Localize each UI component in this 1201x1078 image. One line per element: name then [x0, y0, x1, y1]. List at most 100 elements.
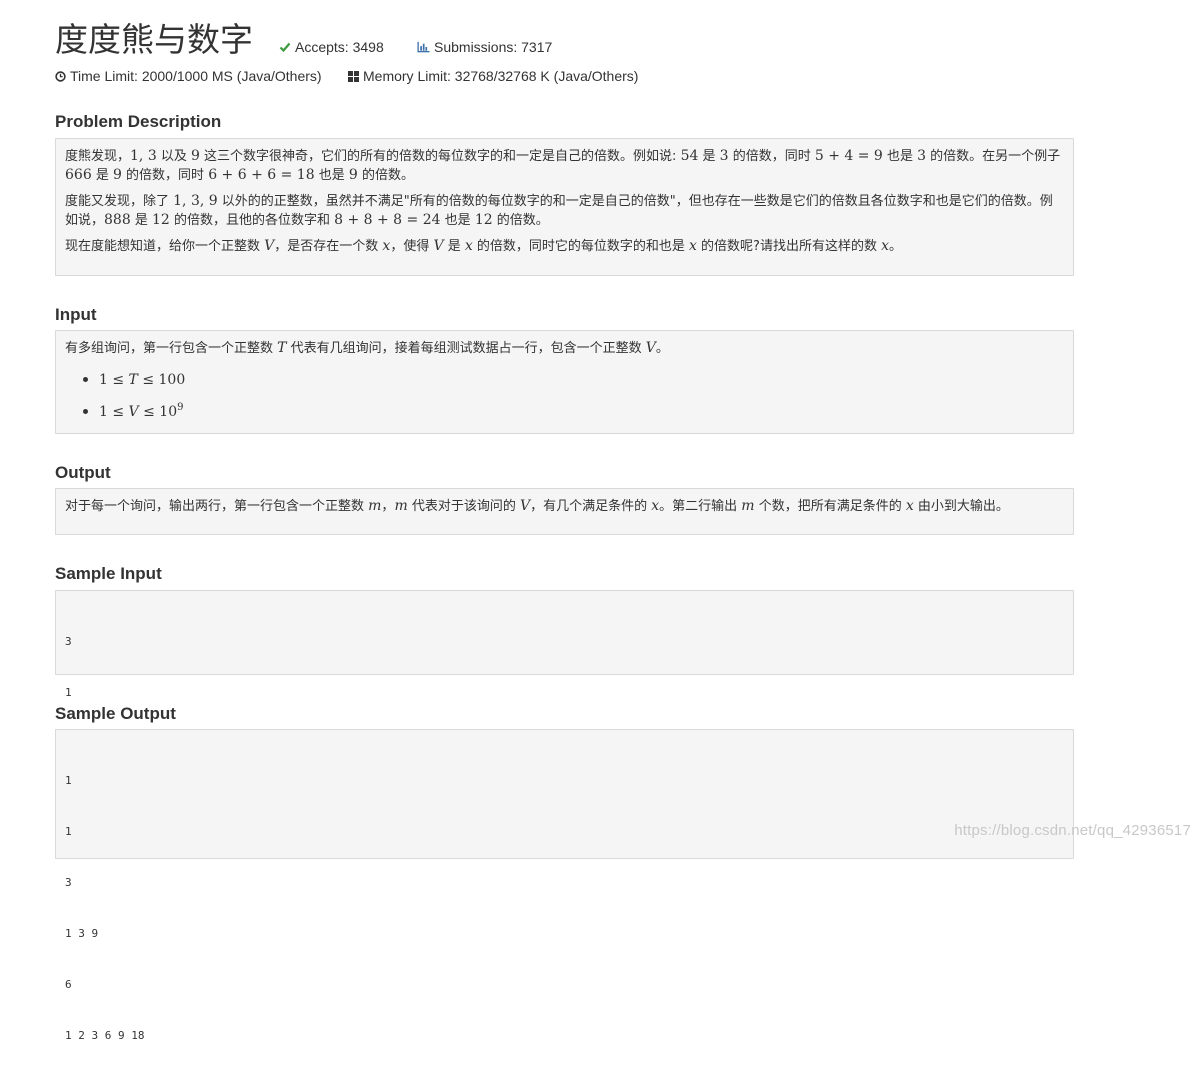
math-segment: 1, 3, 9 — [173, 193, 218, 209]
memory-limit: Memory Limit: 32768/32768 K (Java/Others… — [348, 67, 638, 85]
text-segment: 。 — [889, 239, 903, 254]
sample-output-line: 1 3 9 — [65, 927, 99, 940]
description-paragraph-1: 度熊发现，1, 3 以及 9 这三个数字很神奇，它们的所有的倍数的每位数字的和一… — [65, 147, 1064, 185]
math-variable: V — [264, 238, 275, 254]
math-segment: ≤ 10 — [138, 404, 178, 420]
math-segment: 5 + 4 = 9 — [814, 148, 883, 164]
accepts-stat: Accepts: 3498 — [278, 38, 384, 56]
text-segment: 的倍数。 — [492, 213, 549, 228]
math-segment: 9 — [191, 148, 200, 164]
sample-output-line: 3 — [65, 876, 72, 889]
text-segment: 代表对于该询问的 — [407, 499, 520, 514]
output-paragraph: 对于每一个询问，输出两行，第一行包含一个正整数 m，m 代表对于该询问的 V，有… — [65, 497, 1064, 516]
text-segment: 的倍数，同时它的每位数字的和也是 — [472, 239, 690, 254]
text-segment: 的倍数，且他的各位数字和 — [169, 213, 335, 228]
math-variable: x — [651, 498, 660, 514]
math-superscript: 9 — [177, 402, 184, 413]
memory-limit-text: Memory Limit: 32768/32768 K (Java/Others… — [363, 68, 639, 84]
grid-icon — [348, 70, 359, 82]
limits-row: Time Limit: 2000/1000 MS (Java/Others) M… — [55, 67, 1076, 85]
output-box: 对于每一个询问，输出两行，第一行包含一个正整数 m，m 代表对于该询问的 V，有… — [55, 488, 1074, 535]
math-segment: ≤ 100 — [137, 372, 186, 388]
sample-output-heading: Sample Output — [55, 704, 176, 723]
accepts-text: Accepts: 3498 — [295, 39, 384, 55]
constraint-item: 1 ≤ V ≤ 109 — [99, 394, 1064, 426]
math-segment: 12 — [474, 212, 493, 228]
constraint-list: 1 ≤ T ≤ 100 1 ≤ V ≤ 109 — [65, 365, 1064, 426]
output-heading: Output — [55, 463, 111, 482]
text-segment: 的倍数，同时 — [121, 168, 209, 183]
watermark: https://blog.csdn.net/qq_42936517 — [954, 822, 1191, 839]
math-segment: 1 ≤ — [99, 372, 129, 388]
text-segment: ， — [381, 499, 395, 514]
math-segment: 888 — [104, 212, 131, 228]
text-segment: 是 — [91, 168, 113, 183]
sample-input-heading: Sample Input — [55, 564, 162, 583]
math-variable: x — [689, 238, 697, 254]
check-icon — [278, 41, 291, 54]
sample-input-line: 3 — [65, 635, 72, 648]
sample-output-line: 1 — [65, 825, 72, 838]
input-box: 有多组询问，第一行包含一个正整数 T 代表有几组询问，接着每组测试数据占一行，包… — [55, 330, 1074, 434]
math-variable: x — [464, 238, 473, 254]
math-segment: 1 ≤ — [99, 404, 129, 420]
math-variable: V — [645, 340, 656, 356]
description-box: 度熊发现，1, 3 以及 9 这三个数字很神奇，它们的所有的倍数的每位数字的和一… — [55, 138, 1074, 276]
text-segment: 也是 — [440, 213, 475, 228]
constraint-item: 1 ≤ T ≤ 100 — [99, 365, 1064, 394]
bar-chart-icon — [417, 41, 430, 54]
text-segment: 的倍数。 — [357, 168, 414, 183]
text-segment: ，是否存在一个数 — [274, 239, 383, 254]
text-segment: 的倍数，同时 — [728, 149, 815, 164]
text-segment: 以及 — [156, 149, 191, 164]
text-segment: 现在度能想知道，给你一个正整数 — [65, 239, 265, 254]
math-segment: 1, 3 — [130, 148, 157, 164]
description-heading: Problem Description — [55, 112, 222, 131]
title-row: 度度熊与数字 Accepts: 3498 Submissions: 7317 — [55, 14, 1076, 70]
submissions-text: Submissions: 7317 — [434, 39, 553, 55]
text-segment: 代表有几组询问，接着每组测试数据占一行，包含一个正整数 — [286, 341, 646, 356]
time-limit-text: Time Limit: 2000/1000 MS (Java/Others) — [70, 68, 322, 84]
text-segment: 的倍数呢?请找出所有这样的数 — [696, 239, 882, 254]
math-segment: 3 — [719, 148, 729, 164]
math-segment: 8 + 8 + 8 = 24 — [334, 212, 441, 228]
text-segment: 是 — [443, 239, 465, 254]
math-segment: 9 — [113, 167, 122, 183]
sample-output-line: 1 — [65, 774, 72, 787]
math-segment: 3 — [917, 148, 927, 164]
text-segment: 由小到大输出。 — [913, 499, 1009, 514]
math-variable: x — [905, 498, 914, 514]
page-title: 度度熊与数字 — [55, 20, 253, 59]
math-variable: x — [881, 238, 889, 254]
text-segment: 度熊发现， — [65, 149, 131, 164]
math-variable: T — [128, 372, 138, 388]
text-segment: 个数，把所有满足条件的 — [754, 499, 906, 514]
input-heading: Input — [55, 305, 97, 324]
sample-input-box[interactable]: 3 1 9 666666 — [55, 590, 1074, 801]
math-variable: V — [519, 498, 531, 514]
text-segment: 。第二行输出 — [659, 499, 742, 514]
sample-output-box[interactable]: 1 1 3 1 3 9 6 1 2 3 6 9 18 — [55, 729, 1074, 1042]
submissions-stat: Submissions: 7317 — [417, 38, 552, 56]
math-variable: V — [433, 238, 444, 254]
description-paragraph-2: 度能又发现，除了 1, 3, 9 以外的的正整数，虽然并不满足"所有的倍数的每位… — [65, 192, 1064, 230]
text-segment: 是 — [130, 213, 153, 228]
sample-output-line: 1 2 3 6 9 18 — [65, 1029, 145, 1042]
math-segment: 12 — [152, 212, 170, 228]
input-paragraph: 有多组询问，第一行包含一个正整数 T 代表有几组询问，接着每组测试数据占一行，包… — [65, 339, 1064, 358]
text-segment: 。 — [655, 341, 669, 356]
sample-input-line: 1 — [65, 686, 72, 699]
math-variable: m — [368, 498, 382, 514]
math-segment: 666 — [65, 167, 92, 183]
description-paragraph-3: 现在度能想知道，给你一个正整数 V，是否存在一个数 x，使得 V 是 x 的倍数… — [65, 237, 1064, 256]
text-segment: 度能又发现，除了 — [65, 194, 174, 209]
text-segment: 这三个数字很神奇，它们的所有的倍数的每位数字的和一定是自己的倍数。例如说: — [199, 149, 681, 164]
text-segment: 也是 — [314, 168, 349, 183]
math-variable: m — [741, 498, 755, 514]
sample-output-line: 6 — [65, 978, 72, 991]
clock-icon — [55, 70, 66, 82]
text-segment: ，有几个满足条件的 — [530, 499, 652, 514]
text-segment: ，使得 — [390, 239, 434, 254]
text-segment: 也是 — [882, 149, 918, 164]
text-segment: 的倍数。在另一个例子 — [926, 149, 1061, 164]
